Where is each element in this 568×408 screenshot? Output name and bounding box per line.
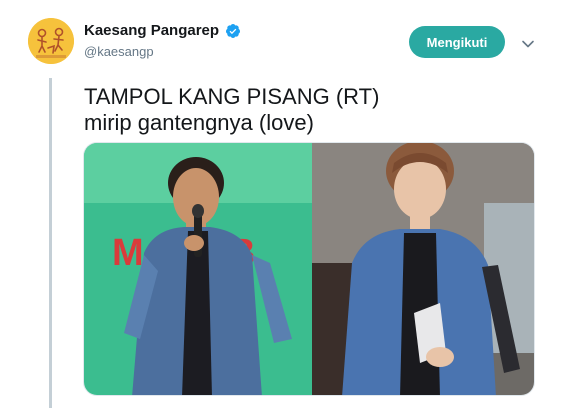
- author-name-row: Kaesang Pangarep: [84, 22, 241, 39]
- author-handle[interactable]: @kaesangp: [84, 44, 154, 59]
- tweet-text: TAMPOL KANG PISANG (RT) mirip gantengnya…: [84, 84, 379, 136]
- photo-collage: MAKOB: [84, 143, 534, 395]
- following-button[interactable]: Mengikuti: [409, 26, 505, 58]
- tweet-text-line: TAMPOL KANG PISANG (RT): [84, 84, 380, 109]
- chevron-down-icon[interactable]: [520, 36, 536, 52]
- avatar-illustration-icon: [28, 18, 74, 64]
- verified-badge-icon: [226, 23, 241, 38]
- avatar[interactable]: [28, 18, 74, 64]
- author-display-name[interactable]: Kaesang Pangarep: [84, 22, 219, 39]
- tweet-text-line: mirip gantengnya (love): [84, 110, 314, 135]
- tweet-media-image[interactable]: MAKOB: [83, 142, 535, 396]
- thread-line: [49, 78, 52, 408]
